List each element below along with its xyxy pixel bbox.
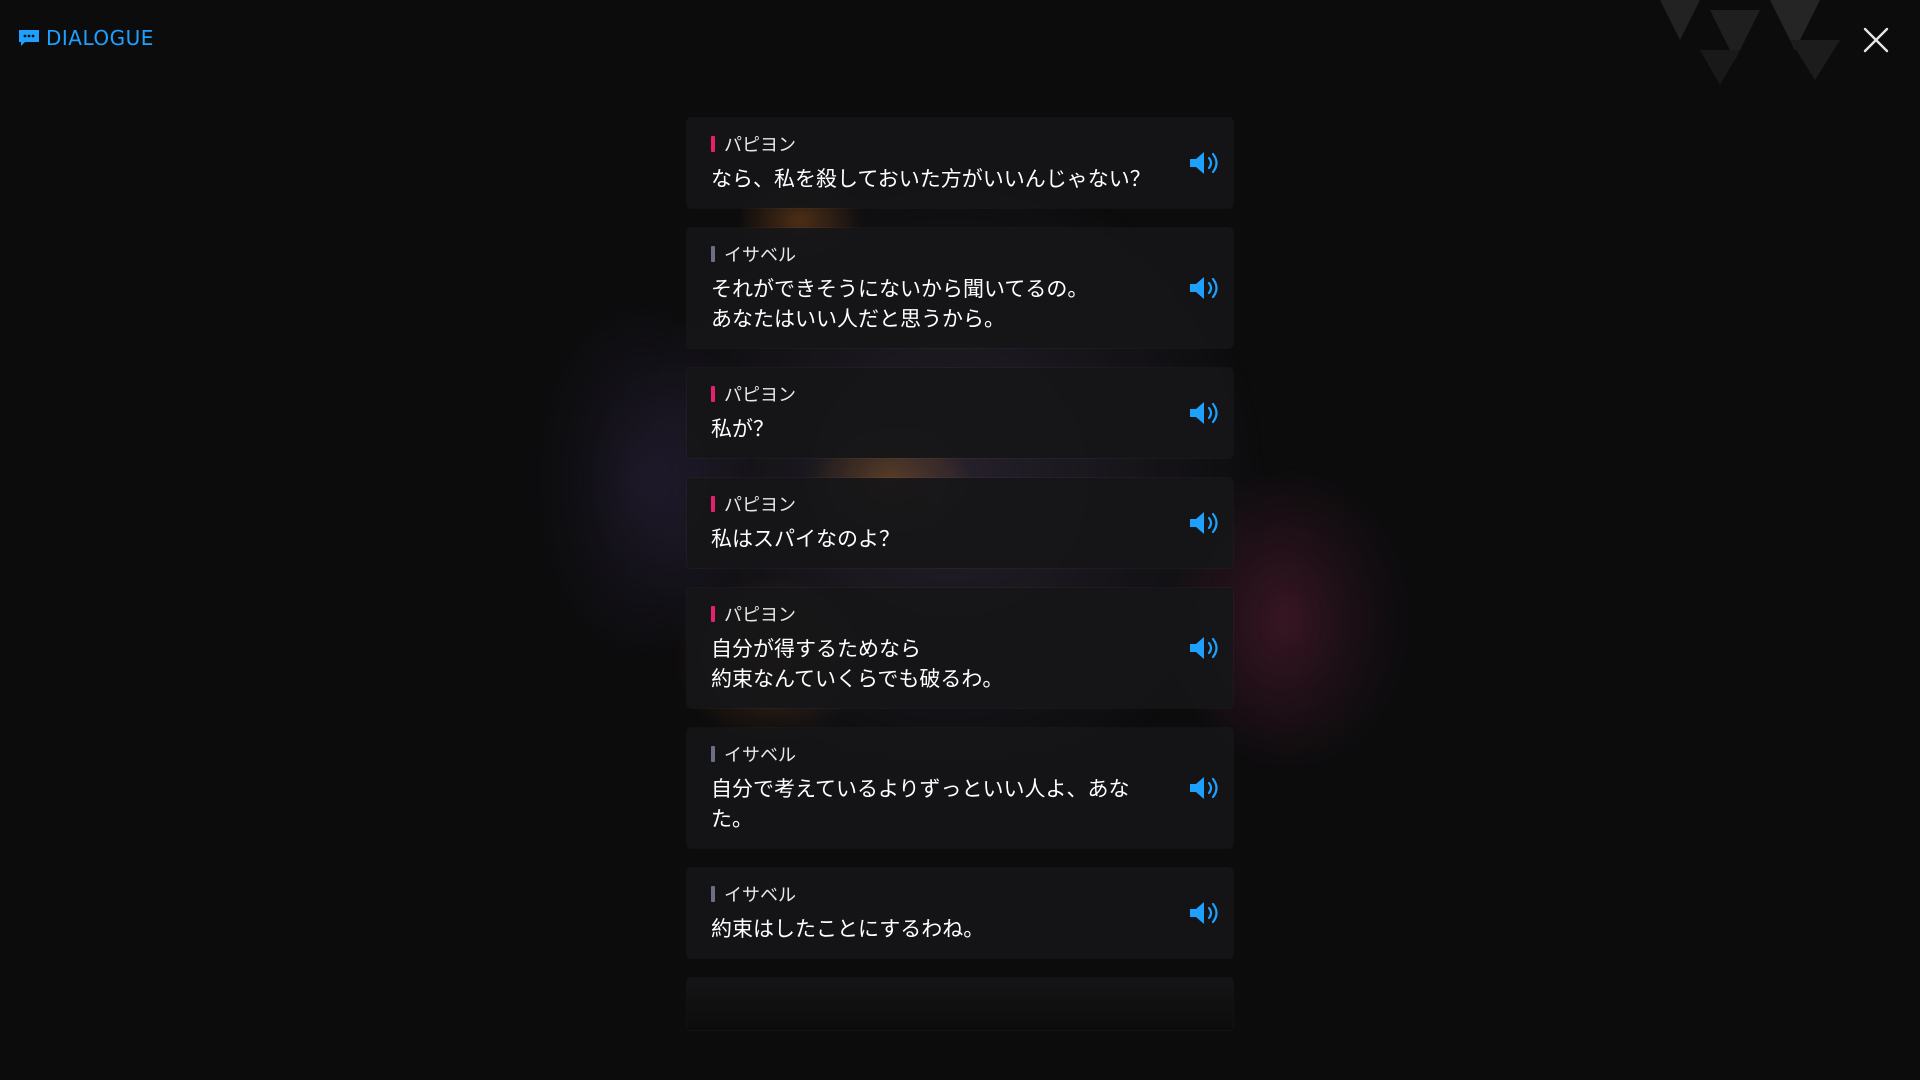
speaker-row: イサベル <box>711 742 1163 766</box>
dialogue-entry: パピヨン 私が？ <box>687 368 1233 458</box>
dialogue-text: 私が？ <box>711 417 774 441</box>
speaker-color-bar <box>711 496 715 512</box>
page-title: DIALOGUE <box>46 26 154 50</box>
chat-bubble-icon <box>19 30 39 46</box>
play-voice-button[interactable] <box>1187 508 1223 538</box>
speaker-name: イサベル <box>724 745 796 766</box>
dialogue-list[interactable]: パピヨン なら、私を殺しておいた方がいいんじゃない？ イサベル それができそうに… <box>687 118 1233 1030</box>
close-button[interactable] <box>1858 22 1894 58</box>
speaker-icon <box>1190 152 1218 174</box>
dialogue-text: 約束はしたことにするわね。 <box>711 917 985 941</box>
dialogue-header: DIALOGUE <box>18 26 154 50</box>
dialogue-entry-partial <box>687 978 1233 1030</box>
speaker-row: イサベル <box>711 882 1163 906</box>
speaker-row: パピヨン <box>711 602 1163 626</box>
speaker-color-bar <box>711 246 715 262</box>
speaker-icon <box>1190 402 1218 424</box>
dialogue-text: 自分が得するためなら 約束なんていくらでも破るわ。 <box>711 637 1004 691</box>
dialogue-text: 自分で考えているよりずっといい人よ、あなた。 <box>711 777 1130 831</box>
speaker-name: パピヨン <box>724 385 796 406</box>
dialogue-entry: イサベル 自分で考えているよりずっといい人よ、あなた。 <box>687 728 1233 848</box>
speaker-name: パピヨン <box>724 135 796 156</box>
play-voice-button[interactable] <box>1187 633 1223 663</box>
speaker-row: パピヨン <box>711 382 1163 406</box>
speaker-row: パピヨン <box>711 492 1163 516</box>
play-voice-button[interactable] <box>1187 773 1223 803</box>
speaker-name: イサベル <box>724 245 796 266</box>
play-voice-button[interactable] <box>1187 273 1223 303</box>
dialogue-text: それができそうにないから聞いてるの。 あなたはいい人だと思うから。 <box>711 277 1089 331</box>
speaker-name: イサベル <box>724 885 796 906</box>
dialogue-entry: パピヨン 自分が得するためなら 約束なんていくらでも破るわ。 <box>687 588 1233 708</box>
speaker-icon <box>1190 902 1218 924</box>
dialogue-entry: パピヨン 私はスパイなのよ？ <box>687 478 1233 568</box>
play-voice-button[interactable] <box>1187 898 1223 928</box>
dialogue-log-screen: DIALOGUE パピヨン なら、私を殺しておいた方がいいんじゃない？ イサベル… <box>0 0 1920 1080</box>
close-icon <box>1863 27 1889 53</box>
speaker-icon <box>1190 277 1218 299</box>
dialogue-entry: イサベル それができそうにないから聞いてるの。 あなたはいい人だと思うから。 <box>687 228 1233 348</box>
speaker-row: パピヨン <box>711 132 1163 156</box>
speaker-color-bar <box>711 746 715 762</box>
speaker-row: イサベル <box>711 242 1163 266</box>
speaker-color-bar <box>711 886 715 902</box>
corner-decoration <box>1660 0 1840 85</box>
play-voice-button[interactable] <box>1187 398 1223 428</box>
speaker-icon <box>1190 512 1218 534</box>
dialogue-text: なら、私を殺しておいた方がいいんじゃない？ <box>711 167 1151 191</box>
speaker-icon <box>1190 777 1218 799</box>
dialogue-entry: イサベル 約束はしたことにするわね。 <box>687 868 1233 958</box>
speaker-name: パピヨン <box>724 605 796 626</box>
speaker-color-bar <box>711 386 715 402</box>
dialogue-text: 私はスパイなのよ？ <box>711 527 900 551</box>
play-voice-button[interactable] <box>1187 148 1223 178</box>
speaker-name: パピヨン <box>724 495 796 516</box>
speaker-color-bar <box>711 136 715 152</box>
speaker-color-bar <box>711 606 715 622</box>
speaker-icon <box>1190 637 1218 659</box>
dialogue-entry: パピヨン なら、私を殺しておいた方がいいんじゃない？ <box>687 118 1233 208</box>
